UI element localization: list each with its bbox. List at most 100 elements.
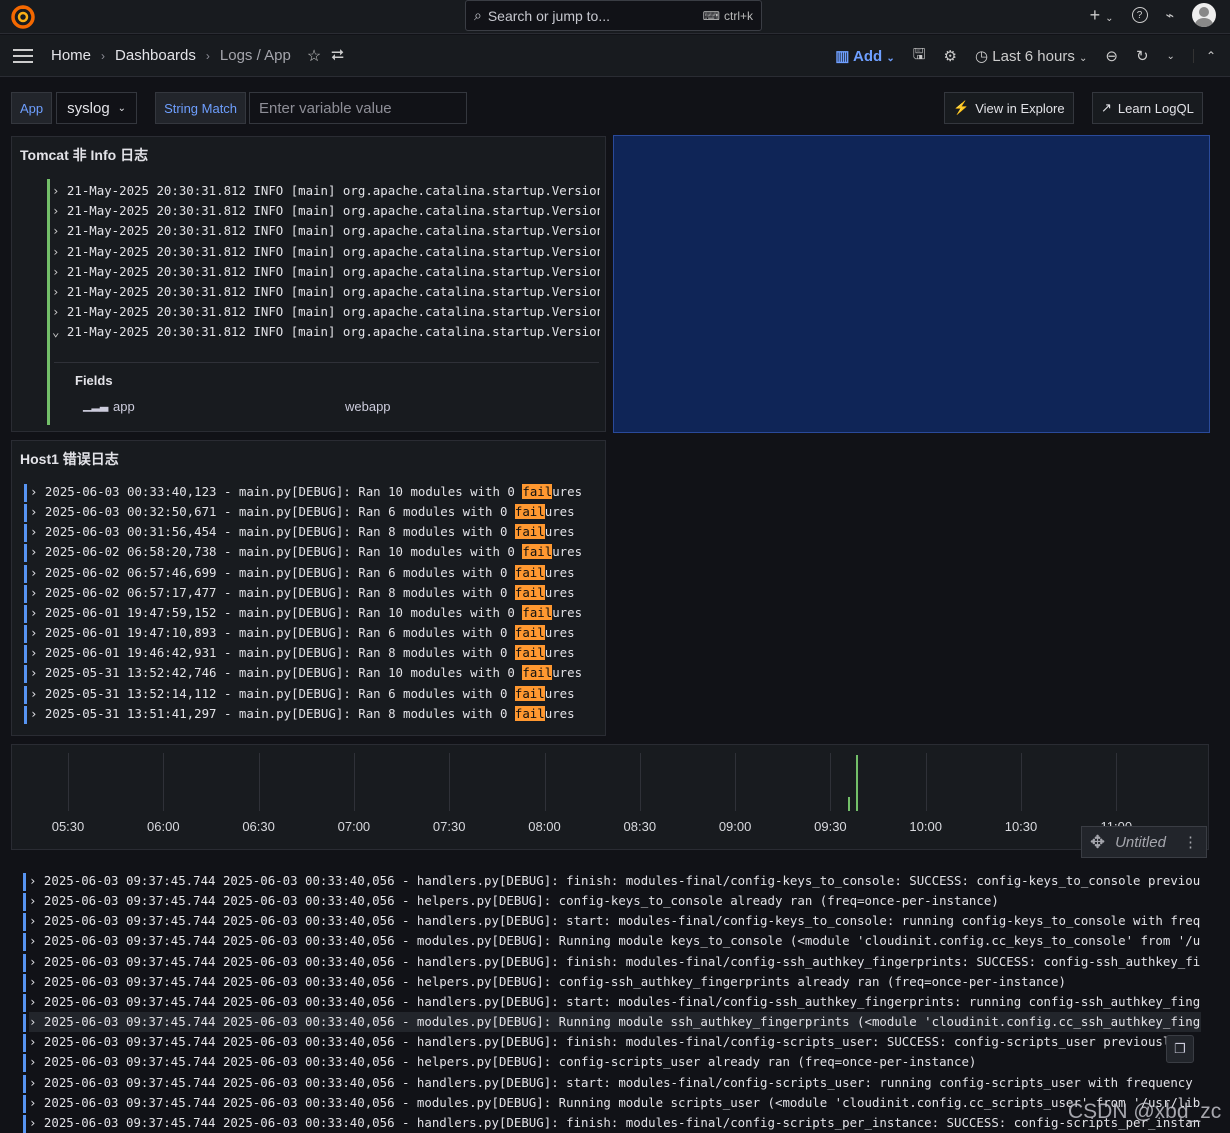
chevron-right-icon[interactable]: › [30,504,45,519]
log-row[interactable]: › 2025-06-03 09:37:45.744 2025-06-03 00:… [29,1012,1201,1033]
chevron-icon[interactable]: ⌄ [52,324,67,339]
chevron-icon[interactable]: › [52,304,67,319]
chevron-right-icon[interactable]: › [30,565,45,580]
log-row[interactable]: › 2025-06-03 00:33:40,123 - main.py[DEBU… [30,482,600,502]
volume-bar[interactable] [855,755,858,811]
chevron-right-icon[interactable]: › [30,585,45,600]
copy-icon[interactable]: ❐ [1166,1035,1194,1063]
log-row[interactable]: › 21-May-2025 20:30:31.812 INFO [main] o… [52,262,600,282]
log-row[interactable]: › 2025-06-02 06:57:17,477 - main.py[DEBU… [30,583,600,603]
collapse-chevron-up-icon[interactable]: ⌃ [1192,49,1216,63]
log-row[interactable]: › 2025-06-02 06:57:46,699 - main.py[DEBU… [30,563,600,583]
refresh-interval-chevron-icon[interactable]: ⌄ [1167,51,1175,62]
breadcrumb-dashboards[interactable]: Dashboards [115,47,196,64]
chevron-right-icon[interactable]: › [30,625,45,640]
log-row[interactable]: › 2025-05-31 13:52:14,112 - main.py[DEBU… [30,684,600,704]
log-row[interactable]: › 2025-06-03 09:37:45.744 2025-06-03 00:… [29,1032,1201,1052]
log-row[interactable]: › 2025-05-31 13:51:41,297 - main.py[DEBU… [30,704,600,724]
share-icon[interactable]: ⮂ [331,47,344,65]
log-row[interactable]: › 2025-06-03 09:37:45.744 2025-06-03 00:… [29,1073,1201,1093]
grafana-logo-icon[interactable] [10,4,36,30]
chevron-icon[interactable]: › [52,183,67,198]
log-row[interactable]: › 2025-06-03 09:37:45.744 2025-06-03 00:… [29,1093,1201,1113]
volume-bar[interactable] [847,797,850,811]
more-vertical-icon[interactable]: ⋮ [1183,833,1198,851]
log-row[interactable]: › 2025-06-03 09:37:45.744 2025-06-03 00:… [29,891,1201,911]
log-row[interactable]: › 21-May-2025 20:30:31.812 INFO [main] o… [52,181,600,201]
new-plus-icon[interactable]: + ⌄ [1090,5,1114,26]
untitled-drag-handle[interactable]: ✥ Untitled ⋮ [1081,826,1207,858]
chevron-right-icon[interactable]: › [30,706,45,721]
chevron-right-icon[interactable]: › [29,994,44,1009]
chevron-right-icon[interactable]: › [29,913,44,928]
menu-icon[interactable] [13,48,33,63]
zoom-out-icon[interactable]: ⊖ [1105,47,1118,65]
time-picker[interactable]: ◷ Last 6 hours ⌄ [975,47,1087,65]
log-row[interactable]: › 2025-06-03 09:37:45.744 2025-06-03 00:… [29,871,1201,891]
log-row[interactable]: ⌄ 21-May-2025 20:30:31.812 INFO [main] o… [52,322,600,342]
settings-gear-icon[interactable]: ⚙ [944,47,957,65]
log-row[interactable]: › 2025-06-03 09:37:45.744 2025-06-03 00:… [29,992,1201,1012]
chevron-icon[interactable]: › [52,203,67,218]
selected-empty-panel[interactable] [613,135,1210,433]
log-row[interactable]: › 2025-06-03 00:32:50,671 - main.py[DEBU… [30,502,600,522]
log-row[interactable]: › 2025-06-03 09:37:45.744 2025-06-03 00:… [29,911,1201,931]
chevron-icon[interactable]: › [52,223,67,238]
host1-panel[interactable]: Host1 错误日志 › 2025-06-03 00:33:40,123 - m… [11,440,606,736]
raw-logs-panel[interactable]: › 2025-06-03 09:37:45.744 2025-06-03 00:… [11,858,1209,1133]
star-icon[interactable]: ☆ [307,46,321,66]
chevron-right-icon[interactable]: › [29,974,44,989]
help-icon[interactable]: ? [1131,7,1148,23]
chevron-right-icon[interactable]: › [30,645,45,660]
chevron-right-icon[interactable]: › [29,1014,44,1029]
chevron-right-icon[interactable]: › [29,873,44,888]
chevron-right-icon[interactable]: › [30,524,45,539]
log-row[interactable]: › 21-May-2025 20:30:31.812 INFO [main] o… [52,201,600,221]
user-avatar[interactable] [1192,3,1216,27]
log-row[interactable]: › 2025-06-03 09:37:45.744 2025-06-03 00:… [29,1113,1201,1133]
log-row[interactable]: › 21-May-2025 20:30:31.812 INFO [main] o… [52,302,600,322]
news-rss-icon[interactable]: ⌁ [1166,7,1174,24]
save-icon[interactable]: 🖫 [913,44,926,69]
log-row[interactable]: › 2025-06-03 09:37:45.744 2025-06-03 00:… [29,972,1201,992]
breadcrumb-home[interactable]: Home [51,47,91,64]
chevron-right-icon[interactable]: › [29,1115,44,1130]
log-row[interactable]: › 2025-06-01 19:47:59,152 - main.py[DEBU… [30,603,600,623]
log-row[interactable]: › 21-May-2025 20:30:31.812 INFO [main] o… [52,282,600,302]
log-row[interactable]: › 2025-06-03 00:31:56,454 - main.py[DEBU… [30,522,600,542]
chevron-right-icon[interactable]: › [29,1095,44,1110]
log-row[interactable]: › 2025-05-31 13:52:42,746 - main.py[DEBU… [30,663,600,683]
stats-bar-icon[interactable]: ▁▂▃ [83,399,108,412]
log-row[interactable]: › 2025-06-03 09:37:45.744 2025-06-03 00:… [29,931,1201,951]
chevron-right-icon[interactable]: › [30,484,45,499]
chevron-right-icon[interactable]: › [29,933,44,948]
tomcat-panel[interactable]: Tomcat 非 Info 日志 › 21-May-2025 20:30:31.… [11,136,606,432]
view-in-explore-button[interactable]: ⚡ View in Explore [944,92,1074,124]
chevron-right-icon[interactable]: › [29,893,44,908]
move-icon[interactable]: ✥ [1090,832,1105,853]
chevron-right-icon[interactable]: › [29,954,44,969]
chevron-right-icon[interactable]: › [29,1054,44,1069]
chevron-right-icon[interactable]: › [29,1034,44,1049]
string-match-input[interactable]: Enter variable value [249,92,468,124]
chevron-icon[interactable]: › [52,284,67,299]
chevron-right-icon[interactable]: › [30,686,45,701]
variable-app-select[interactable]: syslog ⌄ [56,92,138,124]
log-row[interactable]: › 2025-06-03 09:37:45.744 2025-06-03 00:… [29,952,1201,972]
refresh-icon[interactable]: ↻ [1136,47,1149,65]
search-bar[interactable]: ⌕ Search or jump to... ⌨ ctrl+k [465,0,762,31]
chevron-icon[interactable]: › [52,244,67,259]
learn-logql-button[interactable]: ↗ Learn LogQL [1092,92,1203,124]
logs-volume-chart[interactable]: 05:30 06:00 06:30 07:00 07:30 08:00 08:30 09:00… [11,744,1209,850]
chevron-icon[interactable]: › [52,264,67,279]
chevron-right-icon[interactable]: › [30,665,45,680]
log-row[interactable]: › 2025-06-01 19:46:42,931 - main.py[DEBU… [30,643,600,663]
chevron-right-icon[interactable]: › [30,544,45,559]
log-row[interactable]: › 21-May-2025 20:30:31.812 INFO [main] o… [52,221,600,241]
log-row[interactable]: › 2025-06-01 19:47:10,893 - main.py[DEBU… [30,623,600,643]
log-row[interactable]: › 21-May-2025 20:30:31.812 INFO [main] o… [52,242,600,262]
chevron-right-icon[interactable]: › [29,1075,44,1090]
add-button[interactable]: ▥ Add ⌄ [835,47,895,65]
log-row[interactable]: › 2025-06-02 06:58:20,738 - main.py[DEBU… [30,542,600,562]
chevron-right-icon[interactable]: › [30,605,45,620]
